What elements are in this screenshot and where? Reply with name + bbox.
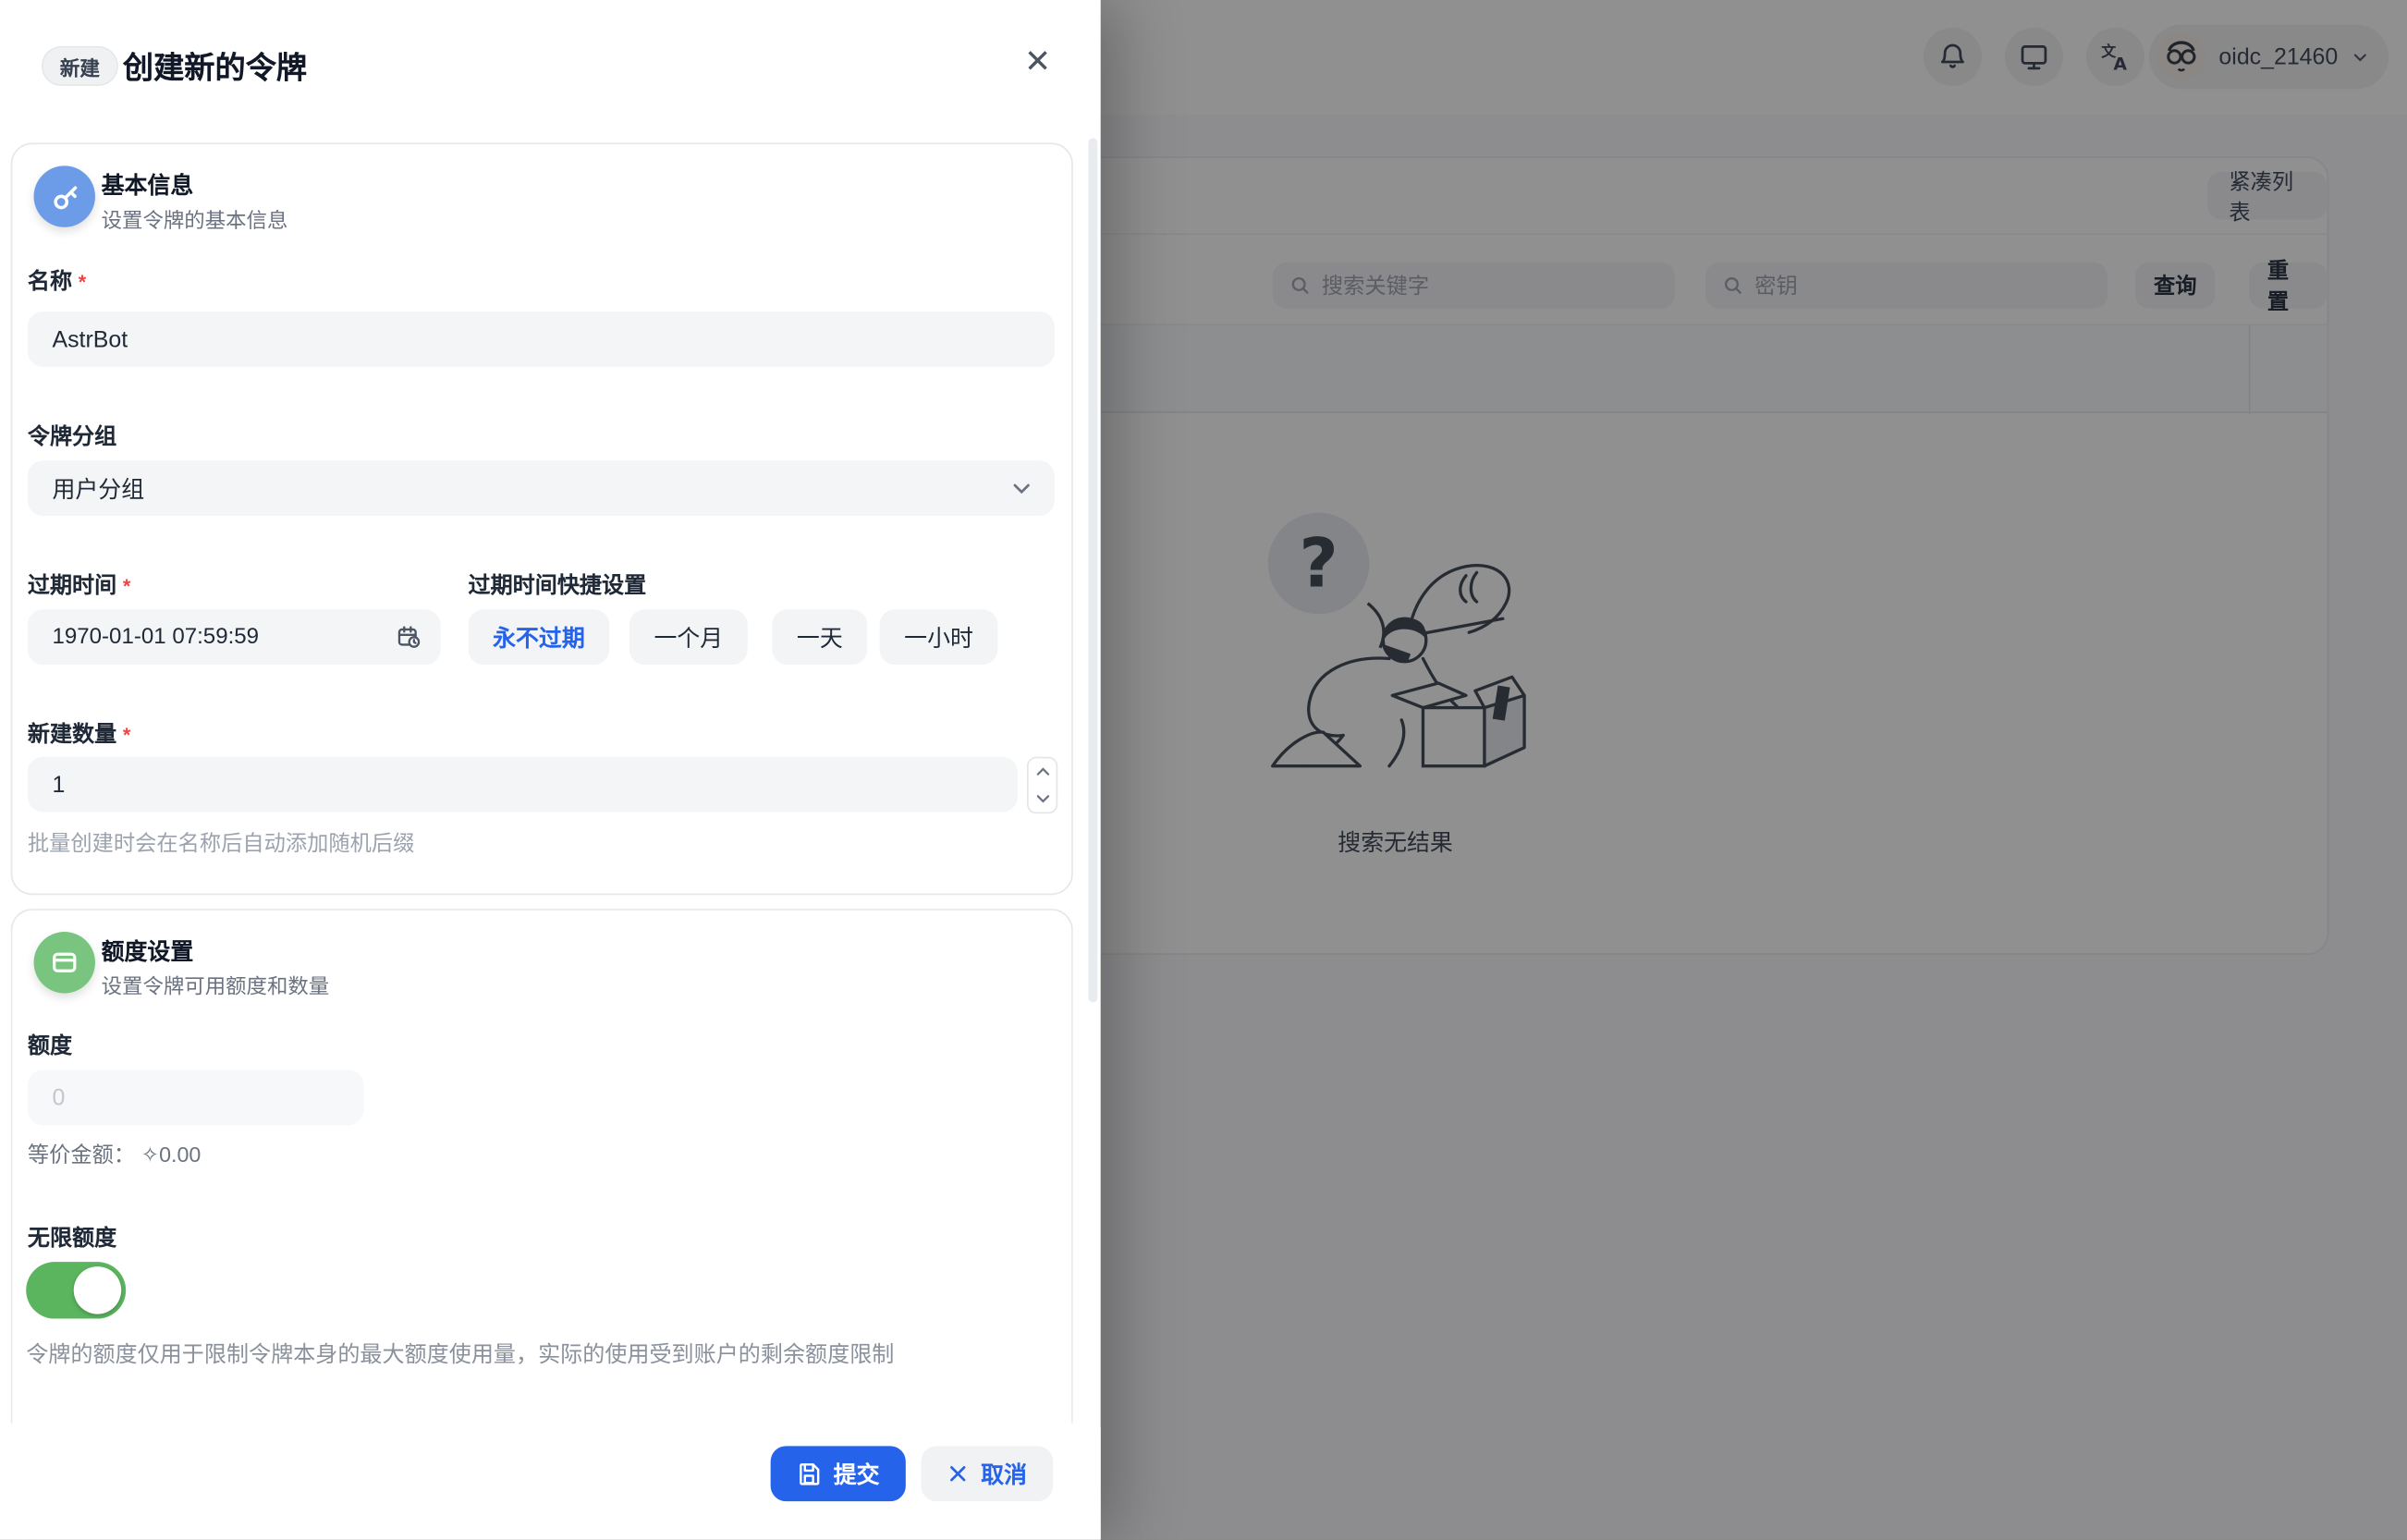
equivalent-amount: 等价金额： ✧0.00: [28, 1139, 201, 1169]
stepper-down-button[interactable]: [1029, 785, 1057, 812]
stepper-up-button[interactable]: [1029, 758, 1057, 785]
close-icon[interactable]: ✕: [1013, 37, 1062, 86]
quantity-value: 1: [52, 772, 65, 798]
save-icon: [797, 1461, 822, 1486]
quantity-hint: 批量创建时会在名称后自动添加随机后缀: [28, 827, 414, 858]
group-label: 令牌分组: [28, 419, 116, 451]
cancel-x-icon: [947, 1463, 969, 1485]
required-mark: *: [79, 270, 86, 293]
expiry-label-text: 过期时间: [28, 574, 116, 599]
unlimited-quota-label: 无限额度: [28, 1220, 116, 1253]
drawer-scrollbar[interactable]: [1088, 138, 1097, 1002]
quota-subtitle: 设置令牌可用额度和数量: [102, 969, 330, 999]
screen: 文A oidc_21460 紧凑列表 搜索关键字: [0, 0, 2407, 1540]
name-input[interactable]: AstrBot: [28, 312, 1055, 367]
required-mark: *: [123, 574, 130, 597]
expiry-datetime-input[interactable]: 1970-01-01 07:59:59: [28, 609, 441, 665]
submit-button[interactable]: 提交: [771, 1446, 906, 1501]
quantity-label-text: 新建数量: [28, 723, 116, 748]
name-label-text: 名称: [28, 270, 72, 295]
submit-label: 提交: [834, 1458, 880, 1490]
basic-info-subtitle: 设置令牌的基本信息: [102, 202, 288, 233]
group-value: 用户分组: [52, 472, 144, 505]
unlimited-quota-toggle[interactable]: [26, 1262, 126, 1318]
toggle-knob: [74, 1266, 121, 1314]
quick-never-expire[interactable]: 永不过期: [469, 609, 610, 665]
expiry-value: 1970-01-01 07:59:59: [52, 625, 259, 650]
quota-title: 额度设置: [102, 935, 194, 967]
drawer-footer: 提交 取消: [0, 1427, 1101, 1539]
quick-expiry-label: 过期时间快捷设置: [469, 568, 647, 600]
cancel-label: 取消: [981, 1458, 1027, 1490]
drawer-title: 创建新的令牌: [123, 43, 307, 87]
quick-one-day[interactable]: 一天: [772, 609, 867, 665]
quota-note: 令牌的额度仅用于限制令牌本身的最大额度使用量，实际的使用受到账户的剩余额度限制: [26, 1338, 1039, 1373]
calendar-icon[interactable]: [396, 624, 422, 650]
create-token-drawer: 新建 创建新的令牌 ✕ 基本信息 设置令牌的基本信息 名称 * AstrBot 令…: [0, 0, 1101, 1540]
name-value: AstrBot: [52, 326, 128, 352]
quick-one-month[interactable]: 一个月: [629, 609, 748, 665]
quantity-stepper: [1027, 757, 1057, 813]
wallet-icon: [34, 932, 95, 993]
key-icon: [34, 165, 95, 226]
name-label: 名称 *: [28, 264, 86, 297]
quota-label: 额度: [28, 1029, 72, 1061]
quantity-label: 新建数量 *: [28, 717, 130, 750]
chevron-down-icon: [1010, 477, 1033, 500]
basic-info-card: 基本信息 设置令牌的基本信息 名称 * AstrBot 令牌分组 用户分组 过期时…: [11, 142, 1073, 895]
basic-info-title: 基本信息: [102, 169, 194, 202]
quantity-input[interactable]: 1: [28, 757, 1018, 813]
new-badge: 新建: [42, 46, 118, 86]
quick-one-hour[interactable]: 一小时: [880, 609, 998, 665]
cancel-button[interactable]: 取消: [921, 1446, 1053, 1501]
group-select[interactable]: 用户分组: [28, 460, 1055, 516]
quota-placeholder: 0: [52, 1084, 65, 1110]
expiry-label: 过期时间 *: [28, 568, 130, 600]
quota-input[interactable]: 0: [28, 1070, 364, 1126]
required-mark: *: [123, 723, 130, 746]
